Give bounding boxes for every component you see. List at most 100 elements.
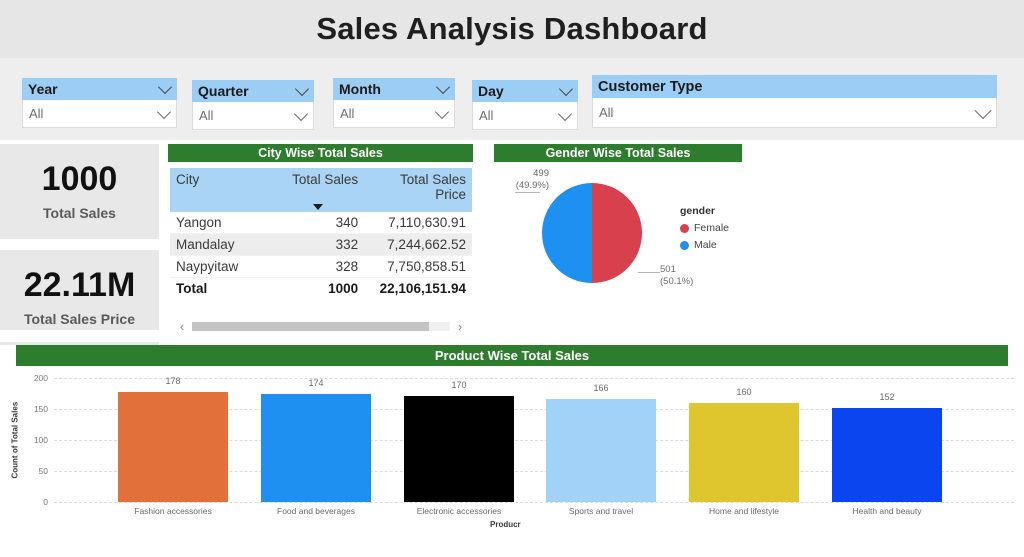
slicer-quarter-label: Quarter [198, 83, 249, 99]
pie-slice-female[interactable] [592, 183, 642, 283]
slicer-day-header[interactable]: Day [472, 80, 578, 102]
table-row[interactable]: Mandalay 332 7,244,662.52 [170, 233, 472, 256]
bar-value-sports-and-travel: 166 [593, 383, 609, 393]
pie-label-female: 501 (50.1%) [660, 264, 694, 287]
cell-total-sales-price: 7,750,858.51 [364, 255, 472, 278]
scroll-left-icon[interactable]: ‹ [176, 320, 188, 333]
legend-item-female[interactable]: Female [680, 222, 729, 234]
bar-electronic-accessories[interactable] [404, 396, 514, 502]
product-bar-chart[interactable]: 200 150 100 50 0 Count of Total Sales 17… [0, 366, 1024, 557]
slicer-band: Year All Quarter All Month All Day All C… [0, 58, 1024, 140]
chevron-down-icon [294, 81, 310, 97]
table-total-row: Total 1000 22,106,151.94 [170, 277, 472, 299]
ytick-50: 50 [38, 466, 48, 476]
table-row[interactable]: Yangon 340 7,110,630.91 [170, 212, 472, 234]
column-header-total-sales-label: Total Sales [292, 172, 359, 187]
slicer-customer-type-dropdown[interactable]: All [592, 98, 997, 128]
pie-leader-line-male [515, 192, 540, 193]
slicer-year-value: All [29, 106, 44, 121]
cell-total-sales-sum: 1000 [272, 277, 365, 299]
bar-value-fashion-accessories: 178 [165, 376, 181, 386]
slicer-day-dropdown[interactable]: All [472, 102, 578, 130]
pie-leader-line-female [638, 272, 660, 273]
kpi-total-sales: 1000 Total Sales [0, 144, 159, 239]
slicer-quarter[interactable]: Quarter All [192, 80, 314, 130]
dashboard-title-bar: Sales Analysis Dashboard [0, 0, 1024, 58]
column-header-total-sales[interactable]: Total Sales [272, 168, 365, 212]
bar-value-food-and-beverages: 174 [308, 378, 324, 388]
scroll-right-icon[interactable]: › [454, 320, 466, 333]
chevron-down-icon [293, 106, 309, 121]
legend-item-male[interactable]: Male [680, 239, 729, 251]
column-header-city[interactable]: City [170, 168, 273, 212]
product-chart-title: Product Wise Total Sales [16, 345, 1008, 366]
bar-value-home-and-lifestyle: 160 [736, 387, 752, 397]
slicer-quarter-header[interactable]: Quarter [192, 80, 314, 102]
kpi-total-sales-price-value: 22.11M [23, 266, 136, 305]
legend-label-male: Male [694, 239, 717, 251]
legend-swatch-male [680, 240, 689, 250]
chevron-down-icon [558, 81, 574, 97]
slicer-month-header[interactable]: Month [333, 78, 455, 100]
kpi-total-sales-price-caption: Total Sales Price [23, 310, 135, 327]
scrollbar-track[interactable] [192, 322, 450, 331]
bar-category-fashion-accessories: Fashion accessories [134, 506, 212, 516]
slicer-month-label: Month [339, 81, 381, 97]
chevron-down-icon [156, 104, 172, 119]
kpi-total-sales-value: 1000 [41, 160, 118, 199]
bar-category-home-and-lifestyle: Home and lifestyle [709, 506, 779, 516]
left-panel-spacer [0, 330, 160, 342]
y-axis-label: Count of Total Sales [10, 401, 20, 479]
bar-category-health-and-beauty: Health and beauty [852, 506, 922, 516]
sort-descending-icon [313, 204, 324, 210]
slicer-year[interactable]: Year All [22, 78, 177, 128]
slicer-customer-type-header[interactable]: Customer Type [592, 75, 997, 98]
bar-fashion-accessories[interactable] [118, 392, 228, 502]
legend-title: gender [680, 205, 716, 217]
legend-swatch-female [680, 223, 689, 233]
cell-total-sales-price: 7,110,630.91 [364, 212, 472, 234]
slicer-customer-type-label: Customer Type [598, 78, 703, 95]
slicer-day-value: All [479, 108, 494, 123]
cell-total-sales: 328 [272, 255, 365, 278]
bar-category-electronic-accessories: Electronic accessories [416, 506, 502, 516]
slicer-year-dropdown[interactable]: All [22, 100, 177, 128]
ytick-0: 0 [43, 497, 48, 507]
scrollbar-thumb[interactable] [192, 322, 430, 331]
table-header-row: City Total Sales Total Sales Price [170, 168, 472, 212]
city-table-scrollbar[interactable]: ‹ › [176, 320, 466, 333]
gender-pie-chart[interactable]: 499 (49.9%) 501 (50.1%) gender Female Ma… [494, 168, 784, 313]
bar-food-and-beverages[interactable] [261, 394, 371, 502]
pie-graphic[interactable] [542, 183, 642, 283]
slicer-day[interactable]: Day All [472, 80, 578, 130]
cell-total-label: Total [170, 277, 273, 299]
bar-health-and-beauty[interactable] [832, 408, 942, 502]
bar-sports-and-travel[interactable] [546, 399, 656, 502]
bar-home-and-lifestyle[interactable] [689, 403, 799, 502]
slicer-year-header[interactable]: Year [22, 78, 177, 100]
slicer-year-label: Year [28, 81, 58, 97]
ytick-100: 100 [33, 435, 48, 445]
cell-total-sales-price: 7,244,662.52 [364, 233, 472, 256]
ytick-200: 200 [33, 373, 48, 383]
pie-slice-male[interactable] [542, 183, 592, 283]
slicer-month[interactable]: Month All [333, 78, 455, 128]
slicer-month-dropdown[interactable]: All [333, 100, 455, 128]
slicer-customer-type-value: All [599, 105, 614, 120]
cell-total-sales: 340 [272, 212, 365, 234]
cell-total-sales-price-sum: 22,106,151.94 [364, 277, 472, 299]
slicer-month-value: All [340, 106, 355, 121]
bar-value-electronic-accessories: 170 [451, 380, 467, 390]
chevron-down-icon [557, 106, 573, 121]
page-title: Sales Analysis Dashboard [316, 11, 708, 46]
slicer-customer-type[interactable]: Customer Type All [592, 75, 997, 128]
slicer-quarter-dropdown[interactable]: All [192, 102, 314, 130]
table-row[interactable]: Naypyitaw 328 7,750,858.51 [170, 255, 472, 278]
column-header-total-sales-price[interactable]: Total Sales Price [364, 168, 472, 212]
chevron-down-icon [157, 79, 173, 95]
legend-label-female: Female [694, 222, 730, 234]
city-table[interactable]: City Total Sales Total Sales Price Yango… [170, 168, 472, 299]
chevron-down-icon [435, 79, 451, 95]
cell-city: Naypyitaw [170, 255, 273, 278]
dashboard-page: Sales Analysis Dashboard Year All Quarte… [0, 0, 1024, 557]
